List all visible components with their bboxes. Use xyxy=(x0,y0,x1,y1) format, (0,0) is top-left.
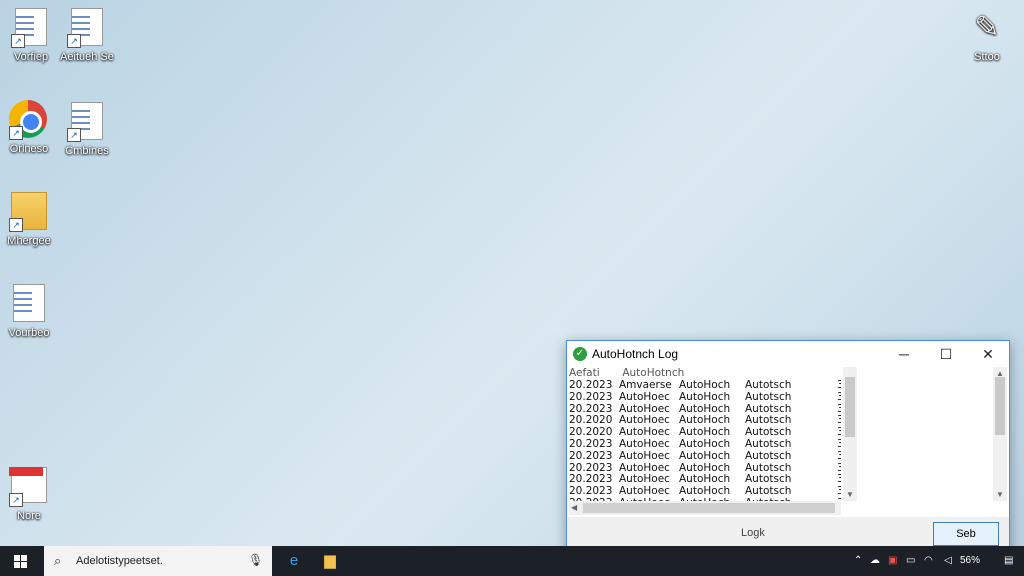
log-cell-b: AutoHoec xyxy=(619,449,670,462)
desktop-icon-label: Sttoo xyxy=(974,51,1000,63)
desktop-icon-label: Nore xyxy=(17,510,41,522)
log-cell-e: 307239 Pga1 xyxy=(837,402,841,415)
log-cell-a: 20.2023 xyxy=(569,449,613,462)
desktop-icon-cmbines[interactable]: ↗ Cmbines xyxy=(52,100,122,158)
log-list[interactable]: Aefati AutoHotnch 20.2023 Amvaerse AutoHoc… xyxy=(569,367,841,501)
tray-time[interactable]: 56% xyxy=(960,555,980,566)
edge-icon[interactable]: e xyxy=(276,546,312,576)
log-row[interactable]: 20.2023 AutoHoec AutoHoch Autotsch 307200 00… xyxy=(569,449,841,463)
maximize-button[interactable]: ☐ xyxy=(925,341,967,367)
shortcut-arrow-icon: ↗ xyxy=(9,493,23,507)
system-tray: ⌃ ☁ ▣ ▭ ◠ ◁ 56% ▤ xyxy=(844,546,1024,576)
log-cell-a: 20.2023 xyxy=(569,437,613,450)
log-row[interactable]: 20.2023 AutoHoec AutoHoch Autotsch 307819 Pe… xyxy=(569,437,841,451)
desktop: ↗ Vorfiep ↗ Aeitueh Se ↗ Orlneso ↗ Cmbin… xyxy=(0,0,1024,554)
desktop-icon-aeitueh[interactable]: ↗ Aeitueh Se xyxy=(52,6,122,64)
scrollbar-thumb[interactable] xyxy=(845,377,855,437)
chevron-up-icon[interactable]: ⌃ xyxy=(854,555,862,566)
battery-icon[interactable]: ▭ xyxy=(906,555,915,566)
desktop-icon-label: Vourbeo xyxy=(8,327,50,339)
log-area: Aefati AutoHotnch 20.2023 Amvaerse AutoHoc… xyxy=(569,367,1007,517)
document-icon xyxy=(13,284,45,322)
scroll-down-arrow-icon[interactable]: ▼ xyxy=(993,490,1007,499)
app-tray-icon[interactable]: ▣ xyxy=(888,555,897,566)
log-vertical-scrollbar[interactable]: ▼ xyxy=(843,367,857,501)
desktop-icon-label: Cmbines xyxy=(65,145,109,157)
autohotkey-icon: ✓ xyxy=(573,347,587,361)
log-horizontal-scrollbar[interactable]: ◀ xyxy=(569,501,841,515)
desktop-icon-vourbeo[interactable]: Vourbeo xyxy=(0,282,64,340)
log-rows: 20.2023AmvaerseAutoHochAutotsch30781920.… xyxy=(569,379,841,501)
shortcut-arrow-icon: ↗ xyxy=(67,34,81,48)
log-row[interactable]: 20.2023 AutoHoec AutoHoch Autotsch 30771 0oc… xyxy=(569,390,841,404)
desktop-icon-nore[interactable]: ↗ Nore xyxy=(0,464,64,523)
minimize-button[interactable]: ─ xyxy=(883,341,925,367)
shortcut-arrow-icon: ↗ xyxy=(11,34,25,48)
log-cell-e: 307819 Pess xyxy=(837,437,841,450)
scroll-down-arrow-icon[interactable]: ▼ xyxy=(843,490,857,499)
search-input[interactable]: Adelotistypeetset. xyxy=(76,555,163,567)
network-icon[interactable]: ☁ xyxy=(870,555,880,566)
log-cell-e: 301800 Pd.. 13 xyxy=(837,485,841,498)
log-cell-e: 307200 00.. 20 xyxy=(837,449,841,462)
close-button[interactable]: ✕ xyxy=(967,341,1009,367)
log-cell-e: 302850 Peas xyxy=(837,414,841,427)
detail-vertical-scrollbar[interactable]: ▲ ▼ xyxy=(993,367,1007,501)
log-cell-e: 303800 00.. 10 xyxy=(837,461,841,474)
log-cell-e: 307209 Pd.. 15 xyxy=(837,473,841,486)
start-button[interactable] xyxy=(0,546,44,576)
log-cell-b: AutoHoec xyxy=(619,437,670,450)
notifications-icon[interactable]: ▤ xyxy=(1004,555,1013,566)
scrollbar-thumb[interactable] xyxy=(583,503,835,513)
volume-icon[interactable]: ◁ xyxy=(944,555,952,566)
file-explorer-icon[interactable]: ▆ xyxy=(312,546,348,576)
shortcut-arrow-icon: ↗ xyxy=(67,128,81,142)
log-cell-a: 20.2023 xyxy=(569,390,613,403)
desktop-icon-label: Aeitueh Se xyxy=(60,51,114,63)
scroll-left-arrow-icon[interactable]: ◀ xyxy=(571,501,577,515)
taskbar: ⌕ Adelotistypeetset. 🎙 e ▆ ⌃ ☁ ▣ ▭ ◠ ◁ 5… xyxy=(0,546,1024,576)
log-cell-d: Autotsch xyxy=(745,449,792,462)
search-box[interactable]: ⌕ Adelotistypeetset. 🎙 xyxy=(44,546,272,576)
shortcut-arrow-icon: ↗ xyxy=(9,218,23,232)
log-cell-d: Autotsch xyxy=(745,437,792,450)
shortcut-arrow-icon: ↗ xyxy=(9,126,23,140)
log-cell-e: 307819 xyxy=(837,379,841,391)
log-cell-c: AutoHoch xyxy=(679,390,731,403)
desktop-icon-label: Mhergee xyxy=(7,235,51,247)
log-cell-d: Autotsch xyxy=(745,390,792,403)
desktop-icon-sttoo[interactable]: ✎ Sttoo xyxy=(952,8,1022,64)
microphone-icon[interactable]: 🎙 xyxy=(248,553,263,567)
ok-button[interactable]: Seb xyxy=(933,522,999,546)
log-cell-b: AutoHoec xyxy=(619,390,670,403)
windows-logo-icon xyxy=(14,555,27,568)
log-cell-e: 307230 Pagad xyxy=(837,426,841,439)
wifi-icon[interactable]: ◠ xyxy=(924,555,933,566)
scrollbar-thumb[interactable] xyxy=(995,377,1005,435)
log-cell-c: AutoHoch xyxy=(679,449,731,462)
desktop-icon-mhergee[interactable]: ↗ Mhergee xyxy=(0,190,64,248)
pin-icon: ✎ xyxy=(974,11,1000,44)
search-icon: ⌕ xyxy=(54,553,62,568)
window-titlebar[interactable]: ✓ AutoHotnch Log ─ ☐ ✕ xyxy=(567,341,1009,367)
window-title: AutoHotnch Log xyxy=(592,347,679,361)
status-text: Logk xyxy=(741,527,765,539)
log-cell-e: 30771 0ock xyxy=(837,390,841,403)
autohotkey-log-window: ✓ AutoHotnch Log ─ ☐ ✕ Aefati AutoHotnch… xyxy=(566,340,1010,554)
log-cell-c: AutoHoch xyxy=(679,437,731,450)
